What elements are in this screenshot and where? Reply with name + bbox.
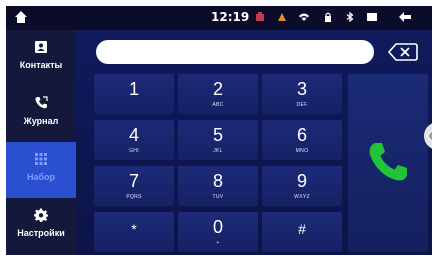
dialpad-icon <box>35 153 47 165</box>
status-bar: 12:19 <box>6 6 432 30</box>
key-8[interactable]: 8 TUV <box>178 166 258 206</box>
phone-call-icon <box>369 143 407 181</box>
sidebar-item-label: Журнал <box>23 116 59 126</box>
call-log-icon <box>35 96 48 109</box>
gear-icon <box>34 208 48 222</box>
bluetooth-icon <box>346 11 354 23</box>
home-icon[interactable] <box>14 10 28 24</box>
sidebar-item-contacts[interactable]: Контакты <box>6 30 76 86</box>
app-icon <box>256 12 264 21</box>
key-0[interactable]: 0 + <box>178 212 258 252</box>
key-5[interactable]: 5 JKL <box>178 120 258 160</box>
lock-icon <box>325 12 331 22</box>
key-1[interactable]: 1 <box>94 74 174 114</box>
dialer-panel: 1 2 ABC 3 DEF 4 GHI 5 JKL 6 MNO 7 PQRS 8… <box>76 30 432 255</box>
key-3[interactable]: 3 DEF <box>262 74 342 114</box>
key-6[interactable]: 6 MNO <box>262 120 342 160</box>
sidebar-item-label: Контакты <box>19 60 63 70</box>
head-unit-screen: 12:19 Контакты Журнал Набор Настройки 1 … <box>6 6 432 255</box>
sidebar-item-dialpad[interactable]: Набор <box>6 142 76 198</box>
sidebar-item-call-log[interactable]: Журнал <box>6 86 76 142</box>
call-button[interactable] <box>348 74 428 252</box>
key-2[interactable]: 2 ABC <box>178 74 258 114</box>
back-icon[interactable] <box>398 10 412 24</box>
key-7[interactable]: 7 PQRS <box>94 166 174 206</box>
sidebar-item-label: Настройки <box>17 228 65 238</box>
backspace-icon[interactable] <box>388 42 418 62</box>
chevron-left-icon <box>428 132 432 140</box>
clock: 12:19 <box>211 10 250 24</box>
key-hash[interactable]: # <box>262 212 342 252</box>
sidebar-item-settings[interactable]: Настройки <box>6 198 76 254</box>
number-input[interactable] <box>96 40 374 64</box>
contacts-icon <box>35 41 47 53</box>
sidebar: Контакты Журнал Набор Настройки <box>6 30 76 255</box>
cast-icon <box>278 13 286 21</box>
wifi-icon <box>299 13 309 21</box>
sidebar-item-label: Набор <box>26 172 56 182</box>
key-4[interactable]: 4 GHI <box>94 120 174 160</box>
key-9[interactable]: 9 WXYZ <box>262 166 342 206</box>
window-icon[interactable] <box>366 11 378 23</box>
keypad: 1 2 ABC 3 DEF 4 GHI 5 JKL 6 MNO 7 PQRS 8… <box>94 74 344 252</box>
key-star[interactable]: * <box>94 212 174 252</box>
